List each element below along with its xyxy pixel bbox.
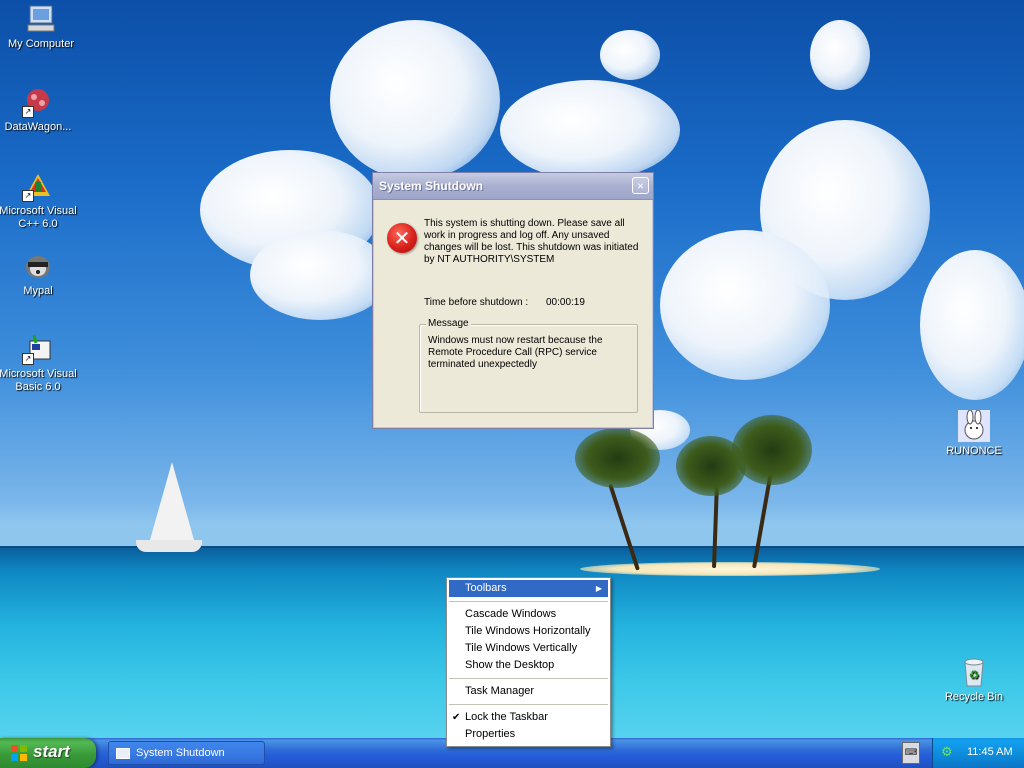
menu-item-label: Cascade Windows bbox=[465, 608, 557, 620]
dialog-title: System Shutdown bbox=[379, 179, 484, 193]
sailboat bbox=[150, 462, 194, 540]
keyboard-icon[interactable]: ⌨ bbox=[902, 742, 920, 764]
desktop-icon-recycle-bin[interactable]: ♻ Recycle Bin bbox=[933, 656, 1015, 704]
dialog-titlebar[interactable]: System Shutdown × bbox=[373, 173, 653, 200]
desktop-icon-runonce[interactable]: RUNONCE bbox=[933, 409, 1015, 458]
clock[interactable]: 11:45 AM bbox=[967, 746, 1013, 758]
recycle-bin-icon: ♻ bbox=[958, 656, 990, 688]
desktop-icon-visual-cpp[interactable]: ↗ Microsoft Visual C++ 6.0 bbox=[0, 170, 79, 231]
menu-item-label: Tile Windows Horizontally bbox=[465, 625, 591, 637]
taskbar-button-system-shutdown[interactable]: System Shutdown bbox=[108, 741, 265, 765]
taskbar-button-label: System Shutdown bbox=[136, 747, 225, 759]
cloud bbox=[250, 230, 390, 320]
cloud bbox=[600, 30, 660, 80]
desktop-icon-datawagon[interactable]: ↗ DataWagon... bbox=[0, 86, 79, 134]
menu-item-tile-horizontally[interactable]: Tile Windows Horizontally bbox=[447, 623, 610, 640]
error-icon: ✕ bbox=[387, 223, 417, 253]
network-icon[interactable]: ⚙ bbox=[941, 745, 957, 761]
windows-logo-icon bbox=[10, 744, 28, 762]
desktop-icon-my-computer[interactable]: My Computer bbox=[0, 3, 82, 51]
my-computer-icon bbox=[25, 3, 57, 35]
sailboat-hull bbox=[136, 540, 202, 552]
desktop-icon-label: Recycle Bin bbox=[944, 691, 1004, 703]
menu-item-toolbars[interactable]: Toolbars ▶ bbox=[449, 580, 608, 597]
shortcut-arrow-icon: ↗ bbox=[22, 106, 34, 118]
menu-separator bbox=[449, 601, 608, 602]
submenu-arrow-icon: ▶ bbox=[595, 584, 602, 593]
desktop-icon-label: My Computer bbox=[7, 38, 75, 50]
system-shutdown-dialog: System Shutdown × ✕ This system is shutt… bbox=[372, 172, 654, 429]
menu-item-properties[interactable]: Properties bbox=[447, 726, 610, 743]
desktop-icon-label: RUNONCE bbox=[946, 445, 1002, 457]
shortcut-arrow-icon: ↗ bbox=[22, 353, 34, 365]
close-icon: × bbox=[636, 179, 644, 193]
menu-item-label: Properties bbox=[465, 728, 516, 740]
cloud bbox=[500, 80, 680, 180]
menu-item-cascade-windows[interactable]: Cascade Windows bbox=[447, 606, 610, 623]
menu-item-label: Show the Desktop bbox=[465, 659, 555, 671]
cloud bbox=[330, 20, 500, 180]
datawagon-icon: ↗ bbox=[22, 86, 54, 118]
system-tray: ⚙ 11:45 AM bbox=[932, 738, 1024, 768]
desktop-icon-label: Microsoft Visual C++ 6.0 bbox=[0, 205, 77, 230]
menu-item-tile-vertically[interactable]: Tile Windows Vertically bbox=[447, 640, 610, 657]
time-before-shutdown-label: Time before shutdown : bbox=[424, 297, 529, 308]
svg-text:♻: ♻ bbox=[969, 668, 980, 682]
shortcut-arrow-icon: ↗ bbox=[22, 190, 34, 202]
message-group: Message Windows must now restart because… bbox=[419, 318, 638, 413]
dialog-body-text: This system is shutting down. Please sav… bbox=[424, 218, 639, 265]
taskbar-context-menu: Toolbars ▶ Cascade Windows Tile Windows … bbox=[446, 577, 611, 747]
start-label: start bbox=[33, 742, 70, 761]
desktop-icon-label: Mypal bbox=[23, 285, 53, 297]
desktop-icon-label: DataWagon... bbox=[4, 121, 72, 133]
desktop-icon-visual-basic[interactable]: ↗ Microsoft Visual Basic 6.0 bbox=[0, 333, 79, 394]
desktop-icon-mypal[interactable]: Mypal bbox=[0, 250, 79, 298]
menu-item-show-desktop[interactable]: Show the Desktop bbox=[447, 657, 610, 674]
menu-separator bbox=[449, 678, 608, 679]
menu-item-label: Task Manager bbox=[465, 685, 535, 697]
menu-item-task-manager[interactable]: Task Manager bbox=[447, 683, 610, 700]
palm-top bbox=[575, 428, 660, 488]
desktop-icon-label: Microsoft Visual Basic 6.0 bbox=[0, 368, 77, 393]
window-icon bbox=[116, 748, 130, 759]
menu-item-label: Lock the Taskbar bbox=[465, 711, 548, 723]
visual-cpp-icon: ↗ bbox=[22, 170, 54, 202]
start-button[interactable]: start bbox=[0, 738, 96, 768]
checkmark-icon: ✔ bbox=[452, 712, 461, 723]
close-button[interactable]: × bbox=[632, 177, 649, 194]
message-legend: Message bbox=[426, 318, 471, 329]
time-before-shutdown-value: 00:00:19 bbox=[546, 297, 585, 308]
palm-top bbox=[732, 415, 812, 485]
runonce-icon bbox=[958, 409, 990, 442]
mypal-icon bbox=[22, 250, 54, 282]
cloud bbox=[660, 230, 830, 380]
message-text: Windows must now restart because the Rem… bbox=[428, 335, 603, 370]
menu-item-label: Toolbars bbox=[465, 582, 507, 594]
menu-item-label: Tile Windows Vertically bbox=[465, 642, 578, 654]
menu-separator bbox=[449, 704, 608, 705]
visual-basic-icon: ↗ bbox=[22, 333, 54, 365]
island bbox=[580, 562, 880, 576]
cloud bbox=[920, 250, 1024, 400]
cloud bbox=[810, 20, 870, 90]
menu-item-lock-taskbar[interactable]: ✔ Lock the Taskbar bbox=[447, 709, 610, 726]
